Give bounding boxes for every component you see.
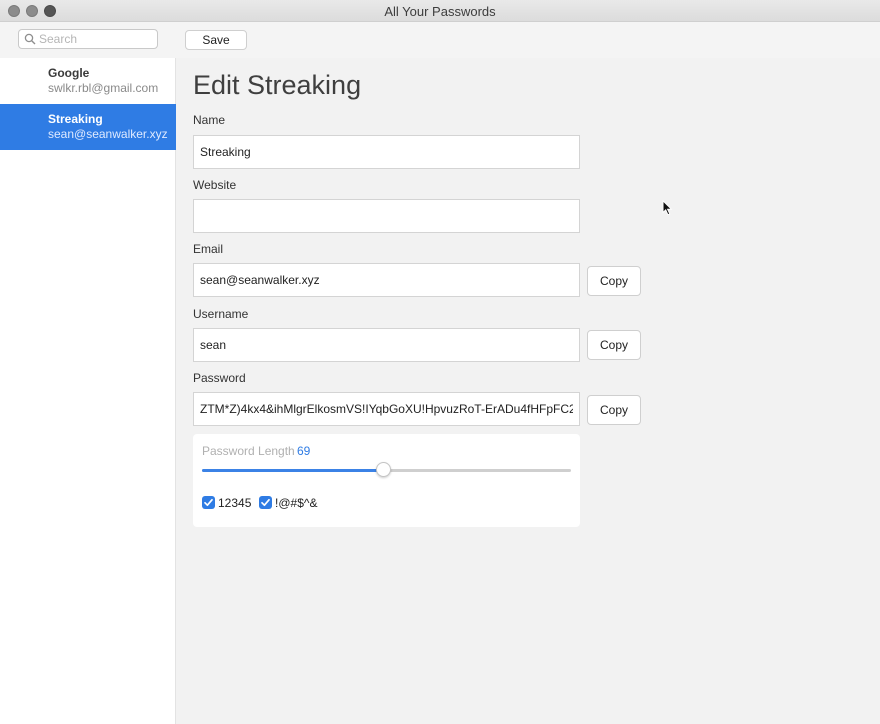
password-length-label: Password Length (202, 444, 295, 458)
search-box[interactable] (18, 29, 158, 49)
password-field[interactable] (193, 392, 580, 426)
checkmark-icon (204, 498, 213, 507)
entry-name: Streaking (48, 112, 103, 126)
checkmark-icon (261, 498, 270, 507)
toolbar: Save (0, 22, 880, 58)
save-button[interactable]: Save (185, 30, 247, 50)
username-label: Username (193, 307, 249, 321)
copy-username-button[interactable]: Copy (587, 330, 641, 360)
username-field[interactable] (193, 328, 580, 362)
entry-email: sean@seanwalker.xyz (48, 127, 168, 141)
website-label: Website (193, 178, 237, 192)
page-title: Edit Streaking (193, 70, 362, 100)
slider-handle[interactable] (375, 462, 391, 477)
copy-password-button[interactable]: Copy (587, 395, 641, 425)
name-label: Name (193, 113, 226, 127)
name-field[interactable] (193, 135, 580, 169)
search-icon (24, 33, 36, 45)
symbols-checkbox-label: !@#$^& (275, 496, 318, 510)
sidebar-item-streaking[interactable]: Streaking sean@seanwalker.xyz (0, 104, 176, 150)
email-field[interactable] (193, 263, 580, 297)
editor-pane: Edit Streaking Name Website Email Copy U… (176, 58, 880, 724)
mouse-pointer-icon (662, 200, 673, 216)
sidebar-item-google[interactable]: Google swlkr.rbl@gmail.com (0, 58, 176, 104)
copy-email-button[interactable]: Copy (587, 266, 641, 296)
entries-sidebar: Google swlkr.rbl@gmail.com Streaking sea… (0, 58, 176, 724)
app-window: All Your Passwords Save Google swlkr.rbl… (0, 0, 880, 724)
password-length-slider[interactable] (202, 462, 571, 477)
title-bar: All Your Passwords (0, 0, 880, 22)
entry-email: swlkr.rbl@gmail.com (48, 81, 159, 95)
numbers-checkbox-label: 12345 (218, 496, 252, 510)
entry-name: Google (48, 66, 90, 80)
window-title: All Your Passwords (384, 4, 496, 19)
password-generator-panel: Password Length 69 12345 !@#$^& (193, 434, 580, 527)
numbers-checkbox[interactable] (202, 496, 215, 509)
website-field[interactable] (193, 199, 580, 233)
password-label: Password (193, 371, 246, 385)
password-length-value: 69 (297, 444, 311, 458)
symbols-checkbox[interactable] (259, 496, 272, 509)
email-label: Email (193, 242, 224, 256)
search-input[interactable] (39, 31, 154, 47)
slider-fill (202, 469, 383, 472)
